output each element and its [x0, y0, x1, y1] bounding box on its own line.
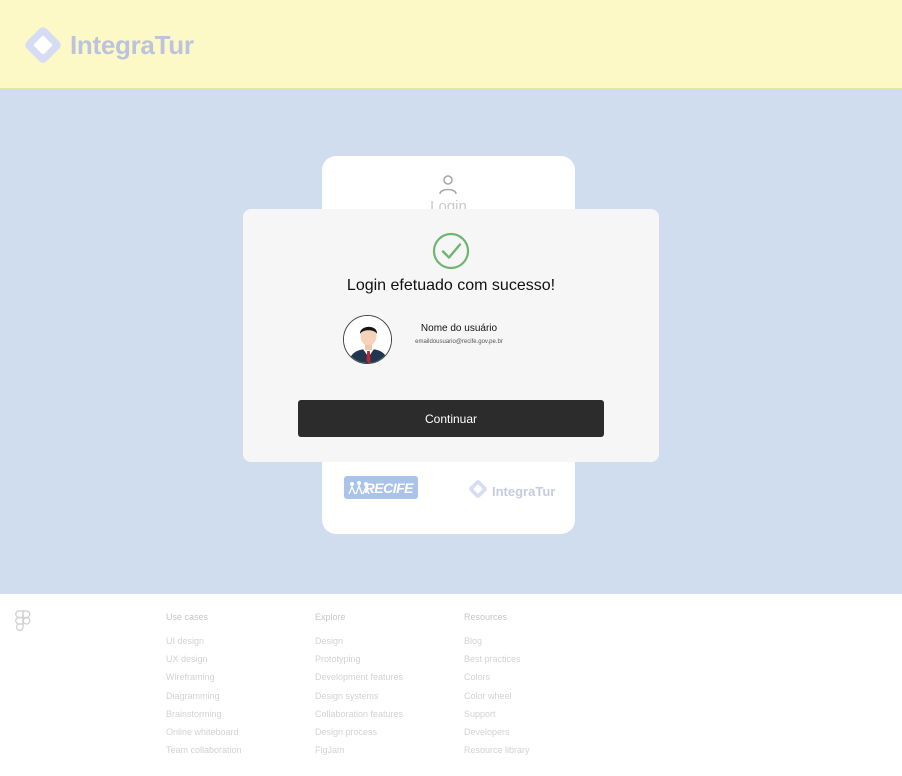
check-circle-icon [432, 232, 470, 275]
success-title: Login efetuado com sucesso! [346, 277, 556, 294]
footer-link[interactable]: Prototyping [315, 654, 403, 672]
footer-link[interactable]: Design systems [315, 691, 403, 709]
footer-link[interactable]: Brainstorming [166, 709, 242, 727]
footer-link[interactable]: Online whiteboard [166, 727, 242, 745]
footer-link[interactable]: Design process [315, 727, 403, 745]
integratur-small-name: IntegraTur [492, 484, 556, 499]
footer-column-use-cases: Use cases UI design UX design Wireframin… [166, 612, 242, 763]
footer-link[interactable]: Developers [464, 727, 530, 745]
integratur-small-logo: IntegraTur [467, 478, 555, 505]
footer-link[interactable]: Collaboration features [315, 709, 403, 727]
user-email: emaildousuario@recife.gov.pe.br [415, 339, 503, 345]
footer-link[interactable]: UI design [166, 636, 242, 654]
footer-link[interactable]: Color wheel [464, 691, 530, 709]
main-area: Login RECIFE IntegraTur Login efetuado c… [0, 89, 902, 594]
footer-column-explore: Explore Design Prototyping Development f… [315, 612, 403, 763]
recife-logo-text: RECIFE [364, 479, 414, 496]
integratur-diamond-icon [20, 22, 66, 68]
brand-name: IntegraTur [70, 29, 194, 60]
footer-link[interactable]: Design [315, 636, 403, 654]
user-icon [436, 172, 460, 201]
footer-link[interactable]: Support [464, 709, 530, 727]
partner-logos: RECIFE IntegraTur [322, 473, 575, 503]
footer-link[interactable]: Development features [315, 672, 403, 690]
user-name: Nome do usuário [420, 323, 498, 334]
recife-logo: RECIFE [344, 476, 418, 499]
footer-column-title: Explore [315, 612, 346, 622]
brand-logo[interactable]: IntegraTur [20, 22, 194, 68]
top-header: IntegraTur [0, 0, 902, 89]
footer-link[interactable]: Best practices [464, 654, 530, 672]
footer-link[interactable]: FigJam [315, 745, 403, 763]
footer-link[interactable]: Resource library [464, 745, 530, 763]
footer-column-resources: Resources Blog Best practices Colors Col… [464, 612, 530, 763]
login-success-modal: Login efetuado com sucesso! Nome do usuá… [243, 209, 659, 462]
footer: Use cases UI design UX design Wireframin… [0, 594, 902, 776]
integratur-diamond-small-icon [467, 478, 489, 505]
user-avatar [343, 315, 392, 364]
footer-link[interactable]: Wireframing [166, 672, 242, 690]
footer-link[interactable]: UX design [166, 654, 242, 672]
figma-logo-icon[interactable] [15, 610, 31, 637]
footer-link[interactable]: Team collaboration [166, 745, 242, 763]
footer-link[interactable]: Colors [464, 672, 530, 690]
footer-column-title: Resources [464, 612, 508, 622]
footer-link[interactable]: Blog [464, 636, 530, 654]
continue-button[interactable]: Continuar [298, 400, 604, 437]
footer-column-title: Use cases [166, 612, 209, 622]
footer-link[interactable]: Diagramming [166, 691, 242, 709]
recife-figures-icon [348, 481, 370, 495]
